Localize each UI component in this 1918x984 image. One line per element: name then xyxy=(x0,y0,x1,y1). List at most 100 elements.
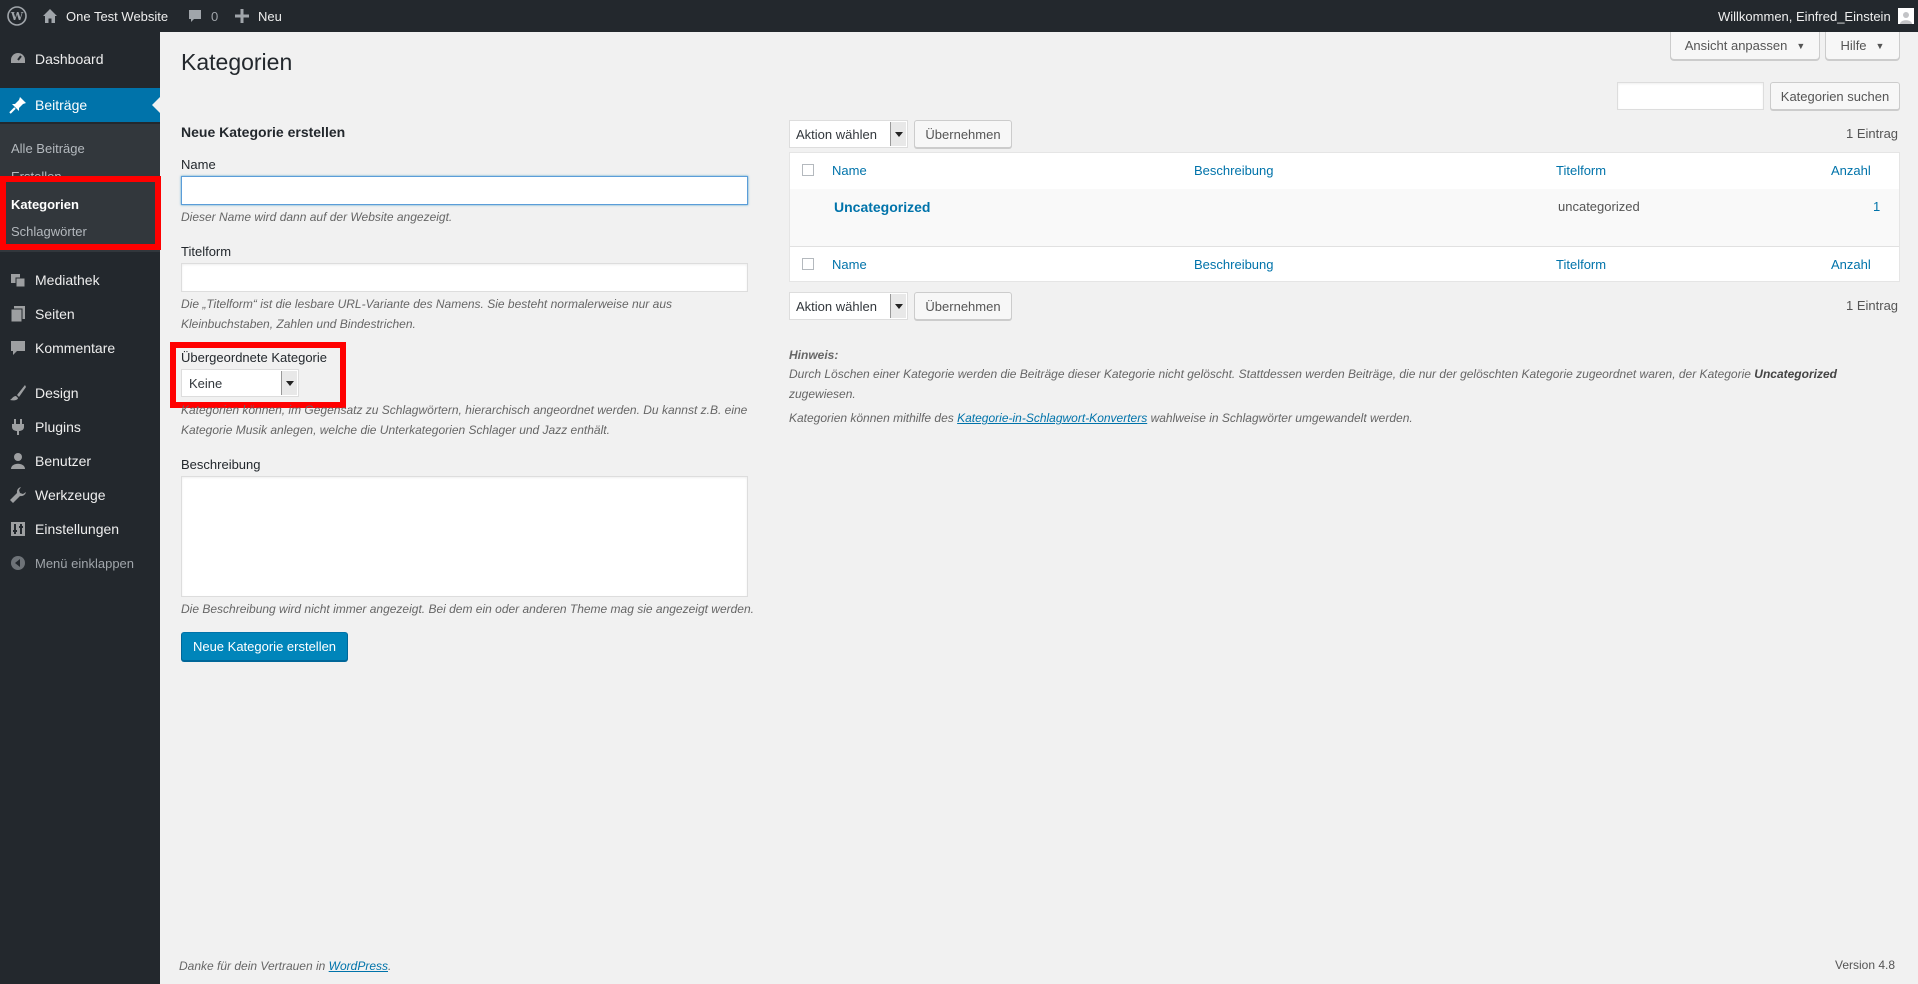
menu-label: Dashboard xyxy=(35,51,104,67)
wordpress-link[interactable]: WordPress xyxy=(329,959,388,973)
apply-button-top[interactable]: Übernehmen xyxy=(914,120,1012,148)
welcome-text: Willkommen, Einfred_Einstein xyxy=(1718,8,1891,24)
menu-label: Beiträge xyxy=(35,97,88,113)
submenu-tags[interactable]: Schlagwörter xyxy=(11,224,87,239)
menu-dashboard[interactable]: Dashboard xyxy=(0,42,160,76)
parent-description-line2: Kategorie Musik anlegen, welche die Unte… xyxy=(181,423,610,437)
description-field[interactable] xyxy=(181,476,748,597)
pages-icon xyxy=(8,304,28,324)
menu-media[interactable]: Mediathek xyxy=(0,263,160,297)
chevron-down-icon: ▼ xyxy=(1796,40,1806,51)
column-slug[interactable]: Titelform xyxy=(1556,163,1606,178)
item-count-bottom: 1 Eintrag xyxy=(1846,298,1899,313)
site-name: One Test Website xyxy=(66,8,169,24)
help-label: Hilfe xyxy=(1840,38,1867,53)
column-name-footer[interactable]: Name xyxy=(832,257,867,272)
menu-design[interactable]: Design xyxy=(0,376,160,410)
note-line3: Kategorien können mithilfe des Kategorie… xyxy=(789,408,1413,428)
wordpress-logo-icon[interactable]: W xyxy=(7,0,27,32)
bulk-action-select-bottom[interactable]: Aktion wählen xyxy=(789,292,908,320)
table-row: Uncategorized uncategorized 1 xyxy=(790,189,1899,246)
menu-plugins[interactable]: Plugins xyxy=(0,410,160,444)
screen-options-button[interactable]: Ansicht anpassen ▼ xyxy=(1670,32,1820,60)
avatar xyxy=(1897,8,1914,24)
menu-label: Werkzeuge xyxy=(35,487,106,503)
menu-label: Plugins xyxy=(35,419,81,435)
parent-description-line1: Kategorien können, im Gegensatz zu Schla… xyxy=(181,403,748,417)
site-name-link[interactable]: One Test Website xyxy=(42,0,168,32)
menu-users[interactable]: Benutzer xyxy=(0,444,160,478)
menu-label: Benutzer xyxy=(35,453,92,469)
dropdown-arrow-icon xyxy=(281,371,297,395)
submenu-all-posts[interactable]: Alle Beiträge xyxy=(11,141,85,156)
select-all-checkbox[interactable] xyxy=(802,164,814,176)
media-icon xyxy=(8,270,28,290)
menu-settings[interactable]: Einstellungen xyxy=(0,512,160,546)
svg-text:W: W xyxy=(10,10,24,23)
note-title: Hinweis: xyxy=(789,348,839,362)
menu-label: Mediathek xyxy=(35,272,100,288)
select-all-checkbox-bottom[interactable] xyxy=(802,258,814,270)
column-name[interactable]: Name xyxy=(832,163,867,178)
name-label: Name xyxy=(181,157,216,172)
slug-description-line2: Kleinbuchstaben, Zahlen und Bindestriche… xyxy=(181,317,416,331)
menu-label: Kommentare xyxy=(35,340,116,356)
description-label: Beschreibung xyxy=(181,457,261,472)
row-name-link[interactable]: Uncategorized xyxy=(834,199,930,215)
footer-text: Danke für dein Vertrauen in xyxy=(179,959,326,973)
parent-label: Übergeordnete Kategorie xyxy=(181,350,327,365)
slug-field[interactable] xyxy=(181,263,748,292)
comment-icon xyxy=(8,338,28,358)
screen-options-label: Ansicht anpassen xyxy=(1684,38,1788,53)
settings-icon xyxy=(8,519,28,539)
user-icon xyxy=(8,451,28,471)
note-text: wahlweise in Schlagwörter umgewandelt we… xyxy=(1150,411,1413,425)
apply-button-bottom[interactable]: Übernehmen xyxy=(914,292,1012,320)
note-line1: Durch Löschen einer Kategorie werden die… xyxy=(789,364,1900,384)
note-text: Kategorien können mithilfe des xyxy=(789,411,954,425)
plugin-icon xyxy=(8,417,28,437)
dropdown-arrow-icon xyxy=(890,294,906,318)
footer-thanks: Danke für dein Vertrauen in WordPress. xyxy=(179,959,392,973)
column-count[interactable]: Anzahl xyxy=(1831,163,1871,178)
parent-category-select[interactable]: Keine xyxy=(181,369,299,397)
menu-pages[interactable]: Seiten xyxy=(0,297,160,331)
submenu-create[interactable]: Erstellen xyxy=(11,169,62,184)
converter-link[interactable]: Kategorie-in-Schlagwort-Konverters xyxy=(957,411,1147,425)
bulk-action-select-top[interactable]: Aktion wählen xyxy=(789,120,908,148)
search-categories-button[interactable]: Kategorien suchen xyxy=(1770,82,1900,110)
collapse-icon xyxy=(8,553,28,573)
wrench-icon xyxy=(8,485,28,505)
dropdown-arrow-icon xyxy=(890,122,906,146)
column-slug-footer[interactable]: Titelform xyxy=(1556,257,1606,272)
name-description: Dieser Name wird dann auf der Website an… xyxy=(181,210,453,224)
menu-collapse[interactable]: Menü einklappen xyxy=(0,546,160,580)
row-count-link[interactable]: 1 xyxy=(1873,199,1880,214)
column-count-footer[interactable]: Anzahl xyxy=(1831,257,1871,272)
parent-select-value: Keine xyxy=(189,375,223,391)
plus-icon xyxy=(235,9,249,23)
note-bold-category: Uncategorized xyxy=(1754,367,1837,381)
my-account-link[interactable]: Willkommen, Einfred_Einstein xyxy=(1718,0,1914,32)
menu-label: Einstellungen xyxy=(35,521,120,537)
admin-menu: Dashboard Beiträge Alle Beiträge Erstell… xyxy=(0,32,160,984)
categories-table: Name Beschreibung Titelform Anzahl Uncat… xyxy=(789,152,1900,282)
page-title: Kategorien xyxy=(181,49,293,75)
column-description-footer[interactable]: Beschreibung xyxy=(1194,257,1274,272)
brush-icon xyxy=(8,383,28,403)
add-category-button[interactable]: Neue Kategorie erstellen xyxy=(181,632,348,661)
column-description[interactable]: Beschreibung xyxy=(1194,163,1274,178)
note-text: Durch Löschen einer Kategorie werden die… xyxy=(789,367,1751,381)
menu-tools[interactable]: Werkzeuge xyxy=(0,478,160,512)
chevron-down-icon: ▼ xyxy=(1875,40,1885,51)
search-input[interactable] xyxy=(1617,82,1764,110)
comments-link[interactable]: 0 xyxy=(187,0,218,32)
submenu-categories[interactable]: Kategorien xyxy=(11,197,79,212)
menu-posts[interactable]: Beiträge xyxy=(0,88,160,122)
menu-comments[interactable]: Kommentare xyxy=(0,331,160,365)
help-button[interactable]: Hilfe ▼ xyxy=(1825,32,1900,60)
bulk-select-value: Aktion wählen xyxy=(796,126,877,142)
description-help: Die Beschreibung wird nicht immer angeze… xyxy=(181,602,754,616)
new-content-link[interactable]: Neu xyxy=(235,0,282,32)
name-field[interactable] xyxy=(181,176,748,205)
